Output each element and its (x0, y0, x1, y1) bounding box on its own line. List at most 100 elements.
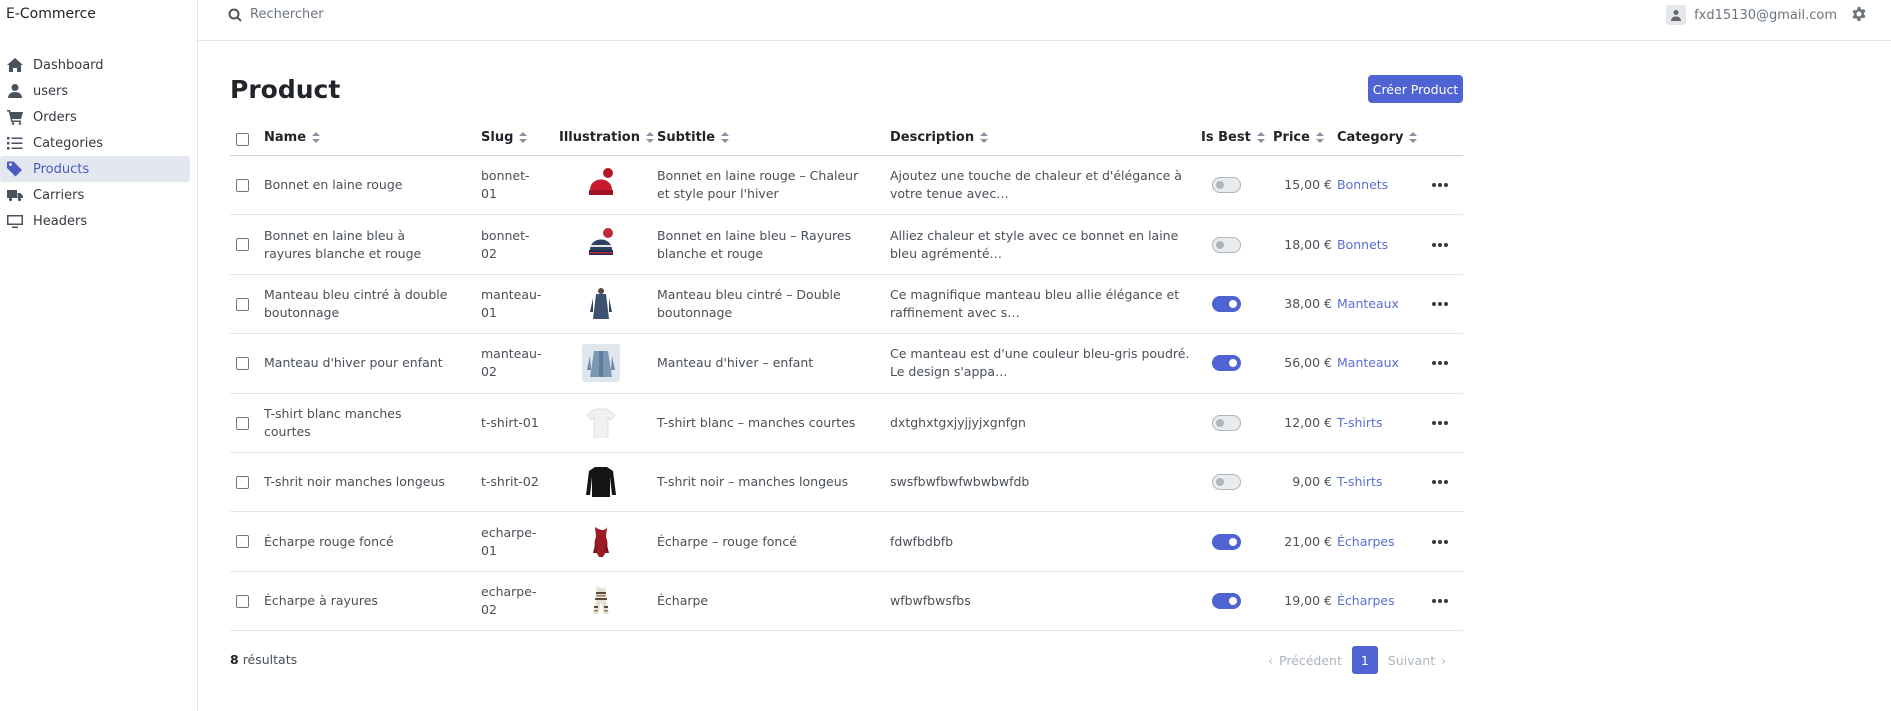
truck-icon (6, 187, 24, 203)
category-link[interactable]: Bonnets (1337, 176, 1388, 194)
product-name: Bonnet en laine bleu à rayures blanche e… (264, 227, 422, 261)
table-row[interactable]: Bonnet en laine rouge bonnet-01 Bonnet e… (230, 156, 1463, 216)
more-actions-icon[interactable] (1430, 301, 1450, 306)
row-checkbox[interactable] (236, 179, 249, 192)
more-actions-icon[interactable] (1430, 361, 1450, 366)
product-slug: t-shirt-01 (481, 414, 539, 430)
sidebar-item-dashboard[interactable]: Dashboard (0, 52, 190, 78)
row-checkbox[interactable] (236, 416, 249, 430)
product-price: 15,00 € (1284, 177, 1332, 193)
cart-icon (6, 109, 24, 125)
product-subtitle: T-shrit noir – manches longeus (657, 474, 849, 490)
product-subtitle: Bonnet en laine bleu – Rayures blanche e… (657, 227, 852, 261)
row-checkbox[interactable] (236, 357, 249, 371)
category-link[interactable]: T-shirts (1337, 473, 1382, 491)
product-subtitle: Bonnet en laine rouge – Chaleur et style… (657, 168, 859, 202)
column-header-price[interactable]: Price (1273, 130, 1324, 145)
table-row[interactable]: Écharpe rouge foncé echarpe-01 Écharpe –… (230, 512, 1463, 572)
product-name: T-shirt blanc manches courtes (264, 405, 402, 439)
product-slug: bonnet-01 (481, 168, 530, 202)
product-price: 19,00 € (1284, 592, 1332, 608)
brand-title[interactable]: E-Commerce (6, 6, 96, 22)
current-page-button[interactable]: 1 (1351, 646, 1378, 674)
category-link[interactable]: Écharpes (1337, 592, 1395, 610)
table-header: Name Slug Illustration Subtitle Descript… (230, 122, 1463, 156)
column-header-subtitle[interactable]: Subtitle (657, 130, 730, 145)
row-checkbox[interactable] (236, 297, 249, 311)
select-all-checkbox[interactable] (236, 133, 249, 146)
column-header-slug[interactable]: Slug (481, 130, 528, 145)
sidebar-item-label: Orders (33, 109, 77, 125)
table-row[interactable]: T-shrit noir manches longeus t-shrit-02 … (230, 453, 1463, 513)
is-best-toggle[interactable] (1212, 592, 1241, 609)
product-slug: echarpe-02 (481, 583, 537, 617)
more-actions-icon[interactable] (1430, 480, 1450, 485)
product-thumbnail (582, 404, 620, 442)
column-header-name[interactable]: Name (264, 130, 321, 145)
previous-page-button[interactable]: ‹ Précédent (1268, 653, 1342, 668)
row-checkbox[interactable] (236, 475, 249, 489)
table-row[interactable]: Bonnet en laine bleu à rayures blanche e… (230, 215, 1463, 275)
table-row[interactable]: Écharpe à rayures echarpe-02 Écharpe wfb… (230, 572, 1463, 632)
sidebar-item-carriers[interactable]: Carriers (0, 182, 190, 208)
product-description: Ce manteau est d'une couleur bleu-gris p… (890, 346, 1190, 380)
is-best-toggle[interactable] (1212, 533, 1241, 550)
toggle-switch-on (1212, 355, 1241, 372)
column-header-is-best[interactable]: Is Best (1201, 130, 1265, 145)
sort-icon (1409, 132, 1418, 143)
column-header-description[interactable]: Description (890, 130, 989, 145)
next-page-button[interactable]: Suivant › (1388, 653, 1446, 668)
product-thumbnail (582, 463, 620, 501)
more-actions-icon[interactable] (1430, 242, 1450, 247)
product-slug: manteau-02 (481, 346, 542, 380)
gear-icon[interactable] (1851, 6, 1867, 22)
category-link[interactable]: Écharpes (1337, 533, 1395, 551)
user-icon (6, 83, 24, 99)
more-actions-icon[interactable] (1430, 539, 1450, 544)
user-menu[interactable]: fxd15130@gmail.com (1666, 5, 1837, 25)
product-price: 38,00 € (1284, 295, 1332, 311)
row-checkbox[interactable] (236, 594, 249, 608)
sidebar-item-orders[interactable]: Orders (0, 104, 190, 130)
list-icon (6, 135, 24, 151)
sort-icon (721, 132, 730, 143)
product-description: swsfbwfbwfwbwbwfdb (890, 474, 1030, 490)
sidebar-item-label: Dashboard (33, 57, 104, 73)
product-name: Manteau bleu cintré à double boutonnage (264, 286, 448, 320)
category-link[interactable]: T-shirts (1337, 414, 1382, 432)
sidebar-item-headers[interactable]: Headers (0, 208, 190, 234)
product-thumbnail (582, 166, 620, 204)
sidebar-item-products[interactable]: Products (0, 156, 190, 182)
product-subtitle: Manteau d'hiver – enfant (657, 355, 814, 371)
is-best-toggle[interactable] (1212, 177, 1241, 194)
results-label: résultats (242, 652, 298, 667)
category-link[interactable]: Bonnets (1337, 236, 1388, 254)
more-actions-icon[interactable] (1430, 183, 1450, 188)
table-row[interactable]: Manteau bleu cintré à double boutonnage … (230, 275, 1463, 335)
more-actions-icon[interactable] (1430, 420, 1450, 425)
sidebar-item-categories[interactable]: Categories (0, 130, 190, 156)
sidebar-item-users[interactable]: users (0, 78, 190, 104)
product-description: Alliez chaleur et style avec ce bonnet e… (890, 227, 1179, 261)
row-checkbox[interactable] (236, 535, 249, 549)
toggle-switch-off (1212, 236, 1241, 253)
is-best-toggle[interactable] (1212, 474, 1241, 491)
category-link[interactable]: Manteaux (1337, 295, 1399, 313)
product-thumbnail (582, 582, 620, 620)
is-best-toggle[interactable] (1212, 236, 1241, 253)
search-bar[interactable]: Rechercher (228, 7, 324, 22)
row-checkbox[interactable] (236, 238, 249, 252)
create-product-button[interactable]: Créer Product (1368, 75, 1463, 103)
is-best-toggle[interactable] (1212, 295, 1241, 312)
category-link[interactable]: Manteaux (1337, 354, 1399, 372)
column-header-category[interactable]: Category (1337, 130, 1418, 145)
is-best-toggle[interactable] (1212, 355, 1241, 372)
is-best-toggle[interactable] (1212, 414, 1241, 431)
more-actions-icon[interactable] (1430, 598, 1450, 603)
sidebar-item-label: Headers (33, 213, 88, 229)
column-header-illustration[interactable]: Illustration (559, 130, 654, 145)
table-row[interactable]: Manteau d'hiver pour enfant manteau-02 M… (230, 334, 1463, 394)
sort-icon (1256, 132, 1265, 143)
search-input[interactable]: Rechercher (250, 7, 324, 22)
table-row[interactable]: T-shirt blanc manches courtes t-shirt-01… (230, 394, 1463, 453)
